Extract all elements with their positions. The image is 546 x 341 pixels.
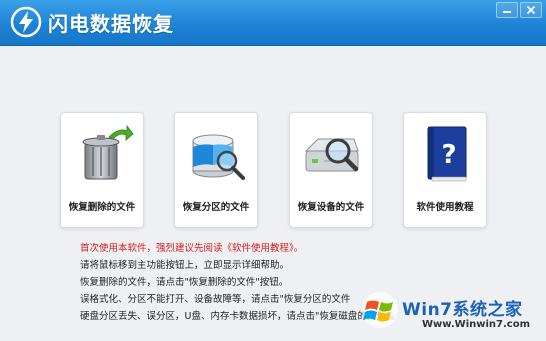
- help-line: 请将鼠标移到主功能按钮上，立即显示详细帮助。: [80, 260, 290, 271]
- windows-logo-icon: [362, 292, 398, 328]
- window-controls: [496, 2, 542, 18]
- recover-device-files-button[interactable]: 恢复设备的文件: [289, 112, 373, 228]
- main-panel: 恢复删除的文件 恢复分区的文件 恢复设备的文件 ? 软件使用教程 首次使用本软件…: [0, 47, 546, 341]
- close-icon: [526, 5, 536, 15]
- watermark-brand: Win7系统之家: [402, 300, 523, 320]
- watermark-url: Www.Winwin7.com: [422, 319, 531, 330]
- card-label: 软件使用教程: [416, 202, 474, 213]
- recover-partition-files-button[interactable]: 恢复分区的文件: [174, 112, 258, 228]
- app-title: 闪电数据恢复: [48, 12, 174, 36]
- partition-search-icon: [192, 134, 245, 180]
- minimize-button[interactable]: [496, 2, 518, 18]
- help-book-icon: ?: [427, 126, 467, 182]
- trash-restore-icon: [82, 124, 134, 180]
- help-warning: 首次使用本软件，强烈建议先阅读《软件使用教程》。: [80, 243, 304, 254]
- drive-search-icon: [304, 138, 359, 172]
- card-label: 恢复分区的文件: [182, 202, 250, 213]
- card-label: 恢复删除的文件: [68, 202, 136, 213]
- title-bar: 闪电数据恢复: [0, 0, 546, 46]
- help-line: 恢复删除的文件，请点击"恢复删除的文件"按钮。: [80, 277, 289, 288]
- recover-deleted-files-button[interactable]: 恢复删除的文件: [60, 112, 144, 228]
- usage-tutorial-button[interactable]: ? 软件使用教程: [403, 112, 487, 228]
- svg-text:?: ?: [441, 140, 456, 170]
- close-button[interactable]: [520, 2, 542, 18]
- minimize-icon: [503, 11, 511, 13]
- lightning-bolt-icon: [10, 6, 42, 38]
- card-label: 恢复设备的文件: [297, 202, 365, 213]
